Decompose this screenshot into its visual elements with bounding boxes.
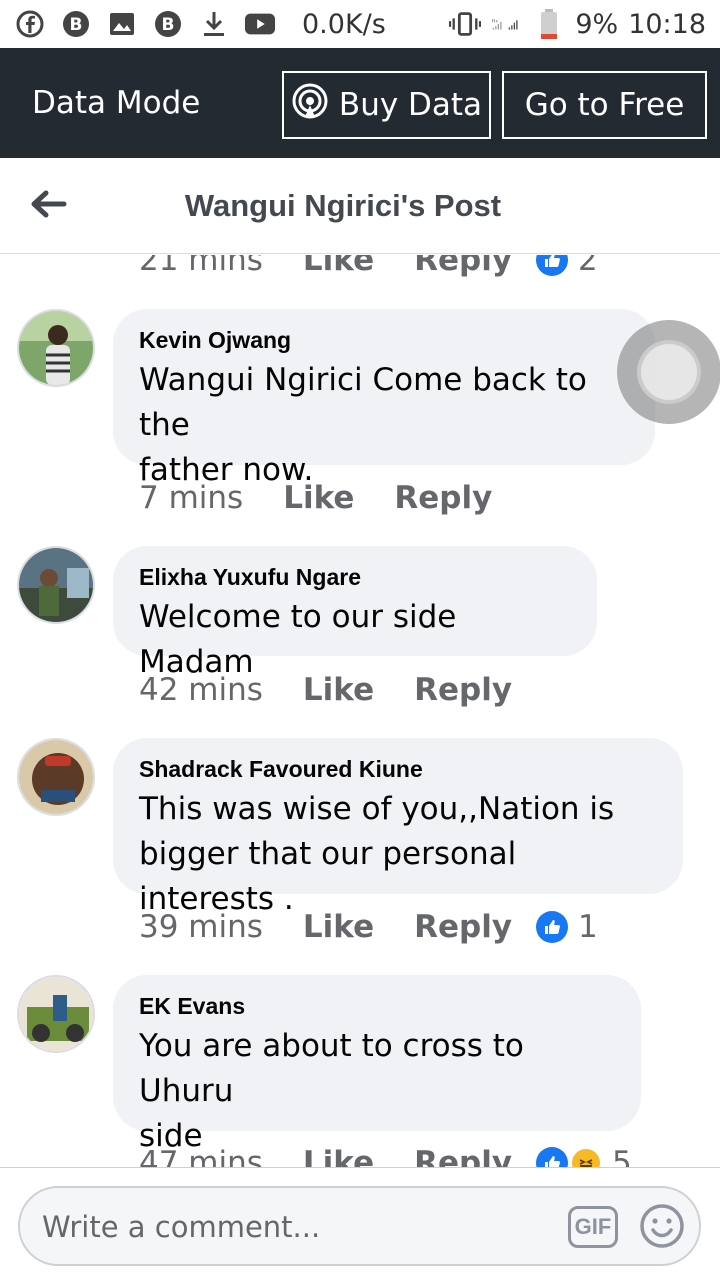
comment-input-placeholder: Write a comment...	[42, 1210, 321, 1244]
post-header: Wangui Ngirici's Post	[0, 158, 720, 254]
comment-text-line: This was wise of you,,Nation is	[139, 791, 615, 827]
like-link[interactable]: Like	[303, 672, 374, 708]
comment-author[interactable]: Elixha Yuxufu Ngare	[139, 564, 571, 591]
comment-bubble: EK Evans You are about to cross to Uhuru…	[113, 975, 641, 1154]
reply-link[interactable]: Reply	[414, 1145, 512, 1167]
download-icon	[198, 8, 230, 40]
battery-icon	[533, 8, 565, 40]
image-notification-icon	[106, 8, 138, 40]
page-title: Wangui Ngirici's Post	[184, 188, 502, 223]
touch-indicator-center	[637, 340, 701, 404]
comment-time: 7 mins	[139, 480, 244, 516]
gif-button[interactable]: GIF	[568, 1206, 618, 1248]
svg-text:B: B	[70, 15, 83, 35]
clock: 10:18	[628, 8, 706, 40]
comment-input[interactable]: Write a comment... GIF	[18, 1186, 701, 1266]
broadcast-icon	[291, 82, 329, 128]
app-b-notification-icon-2: B	[152, 8, 184, 40]
data-mode-bar: Data Mode Buy Data Go to Free	[0, 48, 720, 158]
like-reaction-icon	[536, 911, 569, 943]
touch-indicator	[617, 320, 720, 424]
data-mode-label: Data Mode	[32, 85, 201, 121]
svg-text:H+: H+	[492, 18, 499, 23]
comment-bubble: Elixha Yuxufu Ngare Welcome to our side …	[113, 546, 597, 680]
reply-link[interactable]: Reply	[394, 480, 492, 516]
reaction-count-value: 2	[578, 255, 598, 278]
comment-bubble: Kevin Ojwang Wangui Ngirici Come back to…	[113, 309, 655, 488]
comment-composer: Write a comment... GIF	[0, 1167, 720, 1280]
reaction-count[interactable]: 1	[536, 909, 598, 945]
comment-text-line: Wangui Ngirici Come back to the	[139, 362, 587, 443]
like-link[interactable]: Like	[303, 255, 374, 278]
youtube-icon	[244, 8, 276, 40]
comment-meta: 7 mins Like Reply	[139, 480, 492, 516]
avatar[interactable]	[17, 546, 95, 624]
net-speed: 0.0K/s	[302, 8, 386, 40]
comment-bubble: Shadrack Favoured Kiune This was wise of…	[113, 738, 683, 917]
comment-author[interactable]: EK Evans	[139, 993, 615, 1020]
like-link[interactable]: Like	[303, 909, 374, 945]
buy-data-label: Buy Data	[338, 87, 483, 123]
comment-author[interactable]: Shadrack Favoured Kiune	[139, 756, 657, 783]
battery-percent: 9%	[575, 8, 619, 40]
reaction-count[interactable]: 5	[536, 1145, 632, 1167]
comment-time: 21 mins	[139, 255, 263, 278]
reaction-count-value: 1	[578, 909, 598, 945]
comment-time: 39 mins	[139, 909, 263, 945]
avatar[interactable]	[17, 738, 95, 816]
comment-meta: 39 mins Like Reply 1	[139, 909, 598, 945]
status-bar: B B 0.0K/s H+ 9% 10:18	[0, 0, 720, 48]
like-reaction-icon	[536, 255, 569, 276]
facebook-notification-icon	[14, 8, 46, 40]
reaction-count-value: 5	[612, 1145, 632, 1167]
comment-time: 42 mins	[139, 672, 263, 708]
comment-meta: 42 mins Like Reply	[139, 672, 512, 708]
like-reaction-icon	[536, 1147, 569, 1167]
comment-text-line: You are about to cross to Uhuru	[139, 1028, 524, 1109]
reply-link[interactable]: Reply	[414, 672, 512, 708]
comment-meta-partial: 21 mins Like Reply 2	[139, 255, 598, 278]
reaction-count[interactable]: 2	[536, 255, 598, 278]
vibrate-icon	[449, 8, 482, 40]
app-b-notification-icon: B	[60, 8, 92, 40]
avatar[interactable]	[17, 309, 95, 387]
reply-link[interactable]: Reply	[414, 255, 512, 278]
haha-reaction-icon	[570, 1147, 603, 1167]
avatar[interactable]	[17, 975, 95, 1053]
buy-data-button[interactable]: Buy Data	[282, 71, 491, 139]
like-link[interactable]: Like	[283, 480, 354, 516]
comment-author[interactable]: Kevin Ojwang	[139, 327, 629, 354]
emoji-icon[interactable]	[638, 1202, 686, 1250]
comment-time: 47 mins	[139, 1145, 263, 1167]
comment-meta: 47 mins Like Reply 5	[139, 1145, 632, 1167]
go-to-free-label: Go to Free	[524, 87, 685, 123]
comments-list: 21 mins Like Reply 2 Kevin Ojwang Wangui…	[0, 255, 720, 1167]
reply-link[interactable]: Reply	[414, 909, 512, 945]
svg-text:B: B	[162, 15, 175, 35]
go-to-free-button[interactable]: Go to Free	[502, 71, 707, 139]
like-link[interactable]: Like	[303, 1145, 374, 1167]
signal-icon: H+	[491, 8, 523, 40]
